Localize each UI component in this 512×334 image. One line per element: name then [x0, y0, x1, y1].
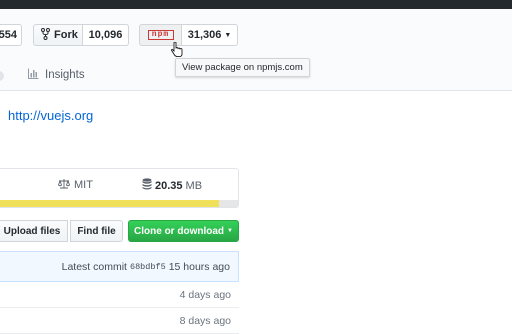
license-label: MIT — [74, 179, 93, 191]
tab-insights[interactable]: Insights — [28, 68, 85, 82]
fork-icon — [41, 27, 50, 43]
star-count-value: 554 — [0, 29, 17, 41]
upload-files-label: Upload files — [3, 225, 61, 237]
homepage-link[interactable]: http://vuejs.org — [8, 108, 93, 123]
license-item[interactable]: MIT — [57, 178, 93, 192]
npm-logo-text: npm — [151, 30, 170, 39]
fork-count[interactable]: 10,096 — [82, 24, 129, 46]
clone-download-button[interactable]: Clone or download ▼ — [128, 220, 239, 242]
npm-logo-icon: npm — [147, 30, 174, 40]
find-file-label: Find file — [77, 225, 116, 237]
commit-time: 15 hours ago — [168, 260, 230, 273]
npm-count-value: 31,306 — [187, 29, 222, 41]
file-row[interactable]: 8 days ago — [0, 308, 239, 334]
size-item: 20.35 MB — [142, 178, 202, 193]
caret-down-icon: ▼ — [224, 31, 232, 39]
database-icon — [142, 178, 152, 193]
size-unit: MB — [185, 179, 203, 192]
file-row-age: 4 days ago — [179, 288, 231, 301]
fork-label: Fork — [54, 29, 78, 41]
law-icon — [57, 178, 71, 192]
npm-tooltip: View package on npmjs.com — [175, 58, 310, 77]
numbers-summary: MIT 20.35 MB — [0, 168, 239, 208]
commit-sha-link[interactable]: 68bdbf5 — [130, 262, 166, 272]
find-file-button[interactable]: Find file — [70, 220, 123, 242]
size-value: 20.35 — [155, 179, 183, 192]
repo-header: 554 Fork 10,096 npm 31,306 ▼ Insights — [0, 9, 512, 91]
star-count[interactable]: 554 — [0, 24, 22, 46]
tab-partial[interactable] — [0, 71, 4, 81]
latest-commit-label: Latest commit — [61, 260, 127, 273]
language-bar-fill — [0, 200, 219, 207]
caret-down-icon: ▼ — [227, 228, 233, 234]
npm-count[interactable]: 31,306 ▼ — [181, 24, 238, 46]
file-row[interactable]: 4 days ago — [0, 282, 239, 308]
top-bar — [0, 0, 512, 9]
tab-insights-label: Insights — [45, 69, 85, 81]
upload-files-button[interactable]: Upload files — [0, 220, 68, 242]
language-bar[interactable] — [0, 200, 238, 207]
file-row-age: 8 days ago — [179, 314, 231, 327]
clone-download-label: Clone or download — [134, 225, 225, 237]
graph-icon — [28, 68, 39, 82]
latest-commit-bar: Latest commit 68bdbf5 15 hours ago — [0, 251, 239, 282]
fork-button[interactable]: Fork — [33, 24, 83, 46]
fork-count-value: 10,096 — [88, 29, 123, 41]
